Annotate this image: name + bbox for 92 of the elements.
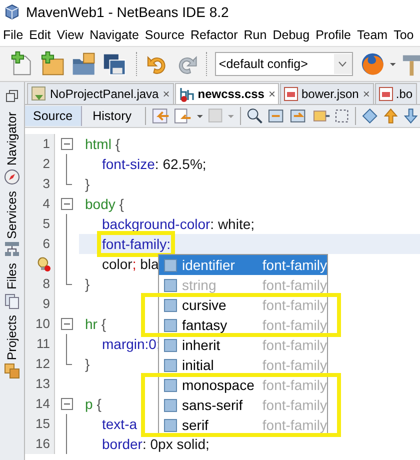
- menu-item[interactable]: Team: [357, 28, 388, 42]
- documents-icon: [4, 292, 20, 309]
- code-line: text-a: [101, 415, 138, 434]
- close-tab-button[interactable]: ×: [362, 87, 370, 101]
- line-number: 1: [42, 136, 50, 151]
- completion-item[interactable]: cursive font-family: [159, 295, 327, 315]
- property-icon: [164, 358, 177, 372]
- property-icon: [164, 418, 177, 432]
- menu-item[interactable]: View: [56, 28, 84, 42]
- down-arrow-icon[interactable]: [402, 107, 420, 125]
- code-line: }: [84, 175, 91, 194]
- line-number: 11: [36, 336, 50, 351]
- restore-window-icon[interactable]: [6, 90, 18, 102]
- close-tab-button[interactable]: ×: [267, 87, 276, 101]
- line-number: 4: [42, 196, 50, 211]
- property-icon: [164, 398, 177, 412]
- completion-item[interactable]: serif font-family: [159, 415, 327, 435]
- selection-icon[interactable]: [334, 107, 350, 125]
- menu-item[interactable]: File: [3, 28, 24, 42]
- js-file-icon: [378, 87, 393, 101]
- compass-icon: [4, 168, 20, 184]
- line-number: 16: [36, 436, 50, 451]
- css-file-icon: [178, 86, 195, 102]
- history-back-icon[interactable]: [173, 107, 193, 125]
- code-line: body {: [84, 195, 125, 214]
- up-arrow-icon[interactable]: [382, 107, 400, 125]
- lightbulb-icon[interactable]: [35, 256, 51, 272]
- property-icon: [164, 258, 177, 272]
- property-icon: [164, 298, 177, 312]
- side-tab[interactable]: Files: [5, 263, 19, 290]
- search-icon[interactable]: [246, 107, 264, 125]
- line-number: 12: [36, 356, 50, 371]
- diamond-icon[interactable]: [361, 107, 379, 125]
- window-title: MavenWeb1 - NetBeans IDE 8.2: [26, 4, 229, 20]
- file-tab[interactable]: NoProjectPanel.java ×: [27, 83, 174, 104]
- file-tab[interactable]: newcss.css ×: [174, 83, 280, 104]
- line-number: 10: [36, 316, 50, 331]
- java-file-icon: [31, 86, 47, 102]
- close-tab-button[interactable]: ×: [162, 87, 170, 101]
- browser-icon[interactable]: [360, 51, 385, 77]
- code-line: border: 0px solid;: [101, 435, 210, 454]
- code-line: background-color: white;: [101, 215, 256, 234]
- code-line: }: [84, 355, 91, 374]
- line-number: 8: [42, 276, 50, 291]
- app-icon: [4, 4, 20, 20]
- menu-item[interactable]: Edit: [29, 28, 51, 42]
- menu-item[interactable]: Run: [244, 28, 267, 42]
- line-number: 13: [36, 376, 50, 391]
- chevron-icon: [338, 61, 348, 67]
- code-line: hr {: [84, 315, 108, 334]
- property-icon: [164, 278, 177, 292]
- menu-item[interactable]: Too: [394, 28, 414, 42]
- code-line: }: [84, 275, 91, 294]
- side-tab[interactable]: Projects: [5, 314, 19, 360]
- completion-item[interactable]: fantasy font-family: [159, 315, 327, 335]
- back-icon[interactable]: [150, 107, 170, 125]
- file-tab[interactable]: .bo: [374, 83, 417, 104]
- view-tab[interactable]: Source: [25, 106, 82, 126]
- line-number: 5: [42, 216, 50, 231]
- menu-item[interactable]: Refactor: [190, 28, 238, 42]
- side-tab[interactable]: Services: [5, 190, 19, 238]
- property-icon: [164, 338, 177, 352]
- side-tab[interactable]: Navigator: [5, 112, 19, 166]
- folder-icon[interactable]: [70, 51, 98, 77]
- line-number: 9: [42, 296, 50, 311]
- completion-item[interactable]: sans-serif font-family: [159, 395, 327, 415]
- completion-item[interactable]: initial font-family: [159, 355, 327, 375]
- completion-item[interactable]: identifier font-family: [159, 255, 327, 275]
- completion-item[interactable]: inherit font-family: [159, 335, 327, 355]
- menu-item[interactable]: Profile: [316, 28, 351, 42]
- menu-item[interactable]: Debug: [272, 28, 310, 42]
- line-number: 15: [36, 416, 50, 431]
- code-line: html {: [84, 135, 122, 154]
- file-tab[interactable]: bower.json ×: [280, 83, 374, 104]
- code-line: color; bla: [101, 255, 160, 274]
- code-line: font-size: 62.5%;: [101, 155, 208, 174]
- line-number: 2: [42, 156, 50, 171]
- code-line: p {: [84, 395, 102, 414]
- new-project-icon[interactable]: [39, 51, 66, 77]
- property-icon: [164, 318, 177, 332]
- property-icon: [164, 378, 177, 392]
- line-number: 14: [36, 396, 50, 411]
- menu-item[interactable]: Source: [144, 28, 185, 42]
- menu-item[interactable]: Navigate: [90, 28, 139, 42]
- line-number: 6: [42, 236, 50, 251]
- network-icon: [4, 241, 20, 258]
- config-dropdown[interactable]: <default config>: [214, 52, 353, 76]
- line-number: 3: [42, 176, 50, 191]
- js-file-icon: [284, 87, 298, 101]
- completion-item[interactable]: monospace font-family: [159, 375, 327, 395]
- view-tab[interactable]: History: [84, 106, 140, 126]
- cubes-icon: [4, 363, 20, 379]
